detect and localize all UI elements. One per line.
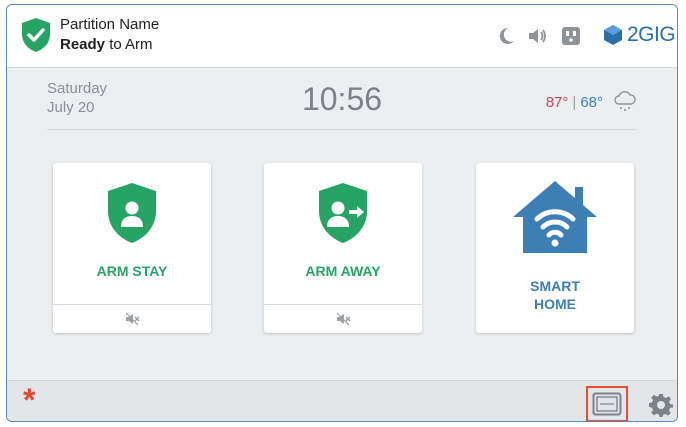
- arm-stay-mute-button[interactable]: [53, 304, 211, 333]
- header-bar: Partition Name Ready to Arm 2GIG: [7, 5, 677, 68]
- ready-shield-icon[interactable]: [20, 17, 52, 53]
- gear-icon[interactable]: [649, 393, 673, 417]
- smart-home-label: SMART HOME: [476, 277, 634, 313]
- arm-status-rest: to Arm: [105, 36, 153, 53]
- arm-status-bold: Ready: [60, 36, 106, 53]
- mute-icon: [125, 312, 140, 326]
- arm-away-tile[interactable]: ARM AWAY: [264, 163, 422, 333]
- temp-separator: |: [572, 93, 577, 111]
- weather[interactable]: 87° | 68°: [546, 91, 637, 113]
- arm-away-label: ARM AWAY: [305, 263, 381, 279]
- smart-home-label-line2: HOME: [534, 296, 576, 312]
- arm-stay-label: ARM STAY: [96, 263, 168, 279]
- mute-icon: [336, 312, 351, 326]
- divider: [47, 129, 637, 130]
- panel-icon: [592, 392, 622, 416]
- arm-stay-tile[interactable]: ARM STAY: [53, 163, 211, 333]
- brand-logo-icon: [604, 25, 622, 45]
- home-wifi-icon: [513, 181, 597, 253]
- arm-away-mute-button[interactable]: [264, 304, 422, 333]
- brand-name: 2GIG: [627, 23, 676, 46]
- smart-home-label-line1: SMART: [530, 278, 580, 294]
- speaker-icon[interactable]: [526, 25, 548, 47]
- shield-person-arrow-icon: [319, 183, 367, 243]
- brand: 2GIG: [603, 22, 676, 48]
- partition-name[interactable]: Partition Name: [60, 16, 159, 33]
- bottom-bar: *: [7, 380, 677, 421]
- temp-high: 87°: [545, 93, 569, 111]
- app-window: Partition Name Ready to Arm 2GIG Saturda…: [6, 4, 678, 422]
- arm-status[interactable]: Ready to Arm: [60, 36, 153, 53]
- outlet-icon[interactable]: [560, 25, 582, 47]
- shield-person-icon: [108, 183, 156, 243]
- emergency-icon[interactable]: *: [23, 384, 35, 416]
- moon-icon[interactable]: [495, 25, 517, 47]
- snow-cloud-icon: [614, 91, 636, 111]
- temp-low: 68°: [580, 93, 603, 111]
- panel-button[interactable]: [586, 386, 628, 421]
